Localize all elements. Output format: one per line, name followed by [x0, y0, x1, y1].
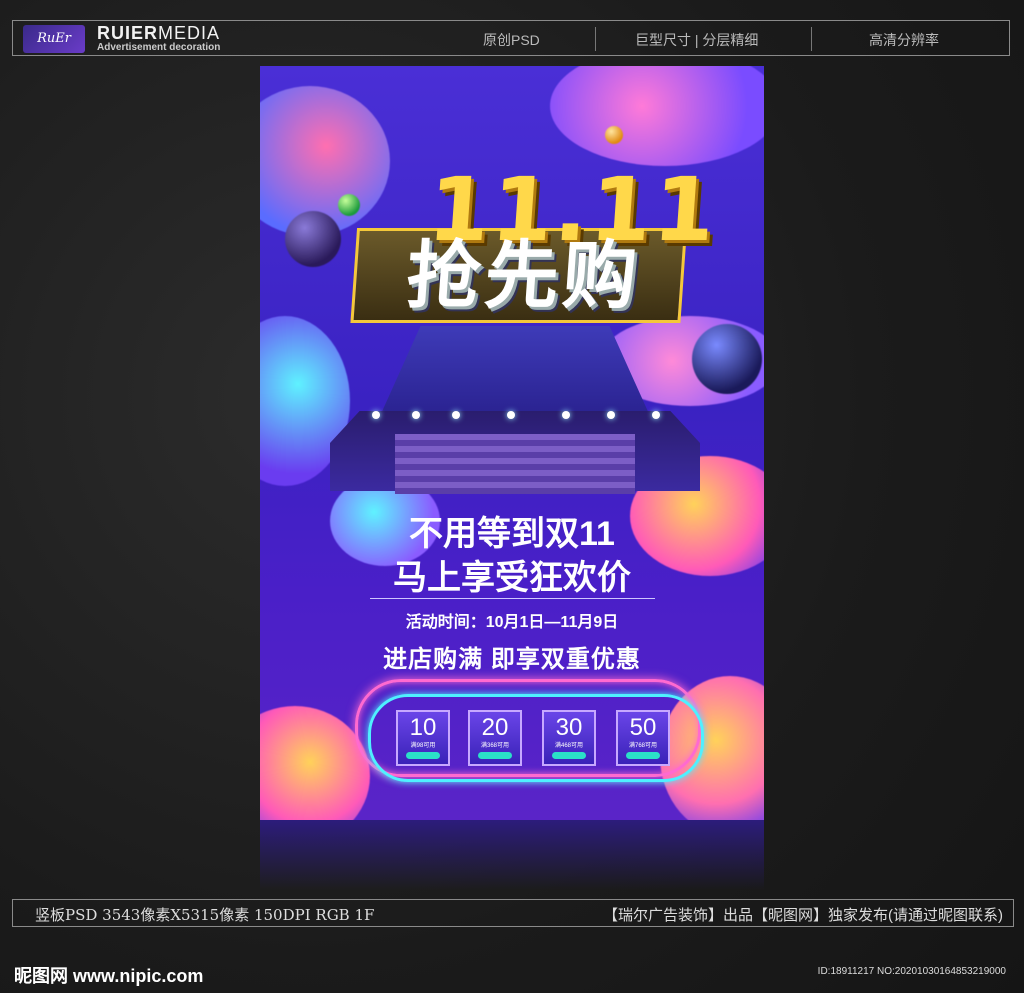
coupon-amount: 20: [481, 714, 509, 741]
stage-screen: [380, 326, 650, 416]
fluid-blob: [260, 706, 370, 820]
event-time: 活动时间：10月1日—11月9日: [405, 614, 619, 631]
promo-text: 进店购满 即享双重优惠: [383, 646, 641, 673]
title-block: 11.11 抢先购: [350, 158, 720, 328]
nipic-watermark: 昵图网 www.nipic.com: [14, 966, 204, 986]
coupon-30[interactable]: 30 满468可用: [542, 710, 596, 766]
coupon-amount: 50: [629, 714, 657, 741]
stage-steps: [395, 434, 635, 494]
poster-reflection: [260, 820, 764, 890]
coupon-claim-button[interactable]: [478, 752, 512, 759]
header-link-size: 巨型尺寸 | 分层精细: [635, 32, 759, 48]
headline-divider: [370, 598, 655, 599]
header-link-original-psd: 原创PSD: [483, 32, 540, 48]
brand-name-thin: MEDIA: [158, 23, 221, 43]
stage-lights: [372, 411, 662, 419]
header-link-resolution: 高清分辨率: [869, 32, 939, 48]
poster: 11.11 抢先购 不用等到双11 马上享受狂欢价 活动时间：10月1日—11月…: [260, 66, 764, 820]
brand-name: RUIERMEDIA: [97, 23, 220, 44]
image-id: ID:18911217 NO:20201030164853219000: [817, 966, 1006, 977]
stage-light: [562, 411, 570, 419]
fluid-blob: [550, 66, 764, 166]
green-ball: [338, 194, 360, 216]
brand-subtitle: Advertisement decoration: [97, 42, 221, 53]
coupon-condition: 满768可用: [628, 743, 657, 749]
stage-light: [507, 411, 515, 419]
headline-primary: 不用等到双11: [409, 515, 615, 553]
footer-bar: 竖板PSD 3543像素X5315像素 150DPI RGB 1F 【瑞尔广告装…: [12, 899, 1014, 927]
coupon-20[interactable]: 20 满368可用: [468, 710, 522, 766]
stage-light: [652, 411, 660, 419]
coupon-claim-button[interactable]: [406, 752, 440, 759]
stage-light: [412, 411, 420, 419]
coupon-10[interactable]: 10 满98可用: [396, 710, 450, 766]
stage-light: [607, 411, 615, 419]
orange-ball: [605, 126, 623, 144]
title-qiangxiangou: 抢先购: [403, 234, 644, 317]
header-bar: RuEr RUIERMEDIA Advertisement decoration…: [12, 20, 1010, 56]
dark-sphere: [285, 211, 341, 267]
coupon-condition: 满468可用: [554, 743, 583, 749]
coupon-condition: 满98可用: [410, 743, 436, 749]
stage-light: [372, 411, 380, 419]
stage-light: [452, 411, 460, 419]
publisher-credit: 【瑞尔广告装饰】出品【昵图网】独家发布(请通过昵图联系): [603, 907, 1003, 924]
coupon-50[interactable]: 50 满768可用: [616, 710, 670, 766]
header-divider: [811, 27, 812, 51]
coupon-row: 10 满98可用 20 满368可用 30 满468可用 50 满768可用: [396, 710, 670, 770]
coupon-condition: 满368可用: [480, 743, 509, 749]
file-spec: 竖板PSD 3543像素X5315像素 150DPI RGB 1F: [35, 906, 375, 924]
coupon-claim-button[interactable]: [626, 752, 660, 759]
dark-sphere: [692, 324, 762, 394]
coupon-amount: 30: [555, 714, 583, 741]
brand-name-bold: RUIER: [97, 23, 159, 43]
coupon-amount: 10: [409, 714, 437, 741]
headline-secondary: 马上享受狂欢价: [393, 559, 631, 597]
brand-logo: RuEr: [23, 25, 85, 53]
brand-block: RUIERMEDIA Advertisement decoration: [97, 23, 220, 53]
coupon-claim-button[interactable]: [552, 752, 586, 759]
header-divider: [595, 27, 596, 51]
